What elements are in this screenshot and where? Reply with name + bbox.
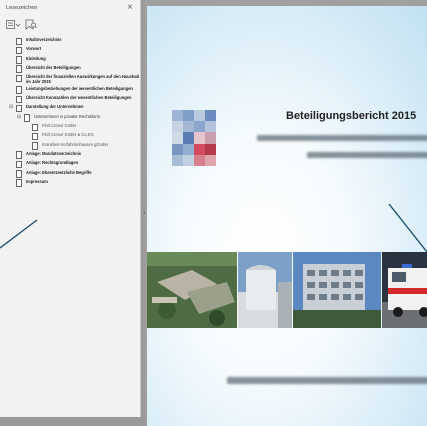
bookmark-icon <box>16 65 22 73</box>
aerial-photo <box>147 252 237 328</box>
bookmark-label: Übersicht der Beteiligungen <box>26 64 81 70</box>
mosaic-tile <box>194 154 205 166</box>
bookmark-item[interactable]: ⊟ Unternehmen in privater Rechtsform <box>0 114 140 122</box>
bookmark-label: Flörl.Cresor GmbH & Co.KG <box>42 132 94 138</box>
bookmarks-title: Lesezeichen <box>6 5 38 11</box>
bookmark-icon <box>16 95 22 104</box>
bookmark-item[interactable]: Einleitung <box>0 56 140 64</box>
bookmark-icon <box>16 46 22 55</box>
bookmark-item[interactable]: Übersicht Kennzahlen der wesentlichen Be… <box>0 95 140 104</box>
mosaic-tile <box>205 132 216 144</box>
bookmark-label: Leistungsbeziehungen der wesentlichen Be… <box>26 85 133 91</box>
mosaic-tile <box>194 132 205 144</box>
bookmark-icon <box>16 160 22 169</box>
bookmarks-panel: Lesezeichen × Inhaltsverzeichnis Vorwort E… <box>0 0 141 417</box>
bookmark-item[interactable]: Leistungsbeziehungen der wesentlichen Be… <box>0 86 140 94</box>
mosaic-tile <box>172 110 183 122</box>
mosaic-tile <box>205 154 216 166</box>
mosaic-tile <box>205 121 216 133</box>
bookmark-item[interactable]: Impressum <box>0 179 140 187</box>
bookmark-icon <box>16 170 22 178</box>
collapse-toggle-icon[interactable]: ⊟ <box>17 114 21 121</box>
find-bookmark-button[interactable] <box>25 19 37 30</box>
photo-strip <box>147 252 427 328</box>
bookmark-icon <box>16 104 22 113</box>
mosaic-tile <box>172 143 183 155</box>
bookmark-label: Einleitung <box>26 55 46 61</box>
building-photo-1 <box>238 252 292 328</box>
bookmark-label: Inhaltsverzeichnis <box>26 37 62 42</box>
close-icon[interactable]: × <box>127 3 133 13</box>
mosaic-tile <box>183 110 194 122</box>
mosaic-tile <box>194 121 205 133</box>
bookmarks-toolbar <box>0 16 140 32</box>
mosaic-tile <box>172 121 183 133</box>
bookmark-label: Flörl.Cresor GmbH <box>42 123 77 129</box>
building-photo-2 <box>293 252 381 328</box>
ambulance-photo <box>382 252 427 328</box>
bookmark-icon <box>32 123 38 132</box>
bookmark-item[interactable]: Krankheit-Vorfahrmnhausen gGmbH <box>0 142 140 150</box>
bookmark-icon <box>16 37 22 45</box>
bookmark-item[interactable]: Flörl.Cresor GmbH <box>0 123 140 132</box>
mosaic-tile <box>172 154 183 166</box>
bookmark-icon <box>16 151 22 159</box>
bookmark-icon <box>16 179 22 187</box>
bookmark-search-icon <box>25 19 37 30</box>
collapse-toggle-icon[interactable]: ⊟ <box>9 104 13 111</box>
bookmark-label: Darstellung der Unternehmen <box>26 104 84 110</box>
document-title: Beteiligungsbericht 2015 <box>286 110 417 122</box>
bookmark-label: Impressum <box>26 178 48 184</box>
bookmark-label: Übersicht der finanziellen Auswirkungen … <box>26 74 140 85</box>
blurred-subtitle-line-2 <box>307 152 427 158</box>
mosaic-tile <box>183 121 194 133</box>
bookmark-label: Übersicht Kennzahlen der wesentlichen Be… <box>26 95 132 101</box>
document-page: Beteiligungsbericht 2015 <box>147 6 427 426</box>
bookmarks-header: Lesezeichen × <box>0 0 140 16</box>
mosaic-tile <box>194 110 205 122</box>
options-menu-button[interactable] <box>6 19 20 30</box>
bookmark-item[interactable]: ⊟ Darstellung der Unternehmen <box>0 104 140 113</box>
list-options-icon <box>6 19 20 29</box>
mosaic-tile <box>205 110 216 122</box>
bookmark-icon <box>32 142 38 150</box>
bookmark-label: Krankheit-Vorfahrmnhausen gGmbH <box>42 141 109 147</box>
bookmark-item[interactable]: Anlage: Mandatsverzeichnis <box>0 151 140 159</box>
mosaic-tile <box>183 143 194 155</box>
bookmark-label: Anlage: Mandatsverzeichnis <box>26 150 82 156</box>
blurred-footer-line <box>227 377 427 384</box>
bookmark-item[interactable]: Übersicht der Beteiligungen <box>0 65 140 73</box>
bookmark-item[interactable]: Inhaltsverzeichnis <box>0 37 140 45</box>
bookmark-icon <box>24 114 30 122</box>
bookmark-item[interactable]: Anlage: Ebesetzsetzliche Begriffe <box>0 170 140 178</box>
document-view: Beteiligungsbericht 2015 <box>145 0 427 426</box>
bookmark-item[interactable]: Anlage: Rechtsgrundlagen <box>0 160 140 169</box>
bookmark-item[interactable]: Übersicht der finanziellen Auswirkungen … <box>0 74 140 84</box>
bookmark-label: Anlage: Rechtsgrundlagen <box>26 160 79 166</box>
mosaic-tile <box>194 143 205 155</box>
bookmark-item[interactable]: Vorwort <box>0 46 140 55</box>
bookmark-label: Anlage: Ebesetzsetzliche Begriffe <box>26 169 92 175</box>
mosaic-tile <box>183 132 194 144</box>
mosaic-tile <box>183 154 194 166</box>
bookmark-icon <box>16 56 22 64</box>
bookmark-label: Vorwort <box>26 46 42 52</box>
blurred-subtitle-line-1 <box>257 135 427 141</box>
bookmark-icon <box>16 74 22 83</box>
bookmark-list: Inhaltsverzeichnis Vorwort Einleitung Übers… <box>0 37 140 187</box>
bookmark-item[interactable]: Flörl.Cresor GmbH & Co.KG <box>0 132 140 141</box>
bookmark-icon <box>16 86 22 94</box>
mosaic-tile <box>172 132 183 144</box>
bookmark-icon <box>32 132 38 141</box>
bookmark-label: Unternehmen in privater Rechtsform <box>34 113 100 119</box>
mosaic-tile <box>205 143 216 155</box>
logo-mosaic <box>172 110 216 166</box>
